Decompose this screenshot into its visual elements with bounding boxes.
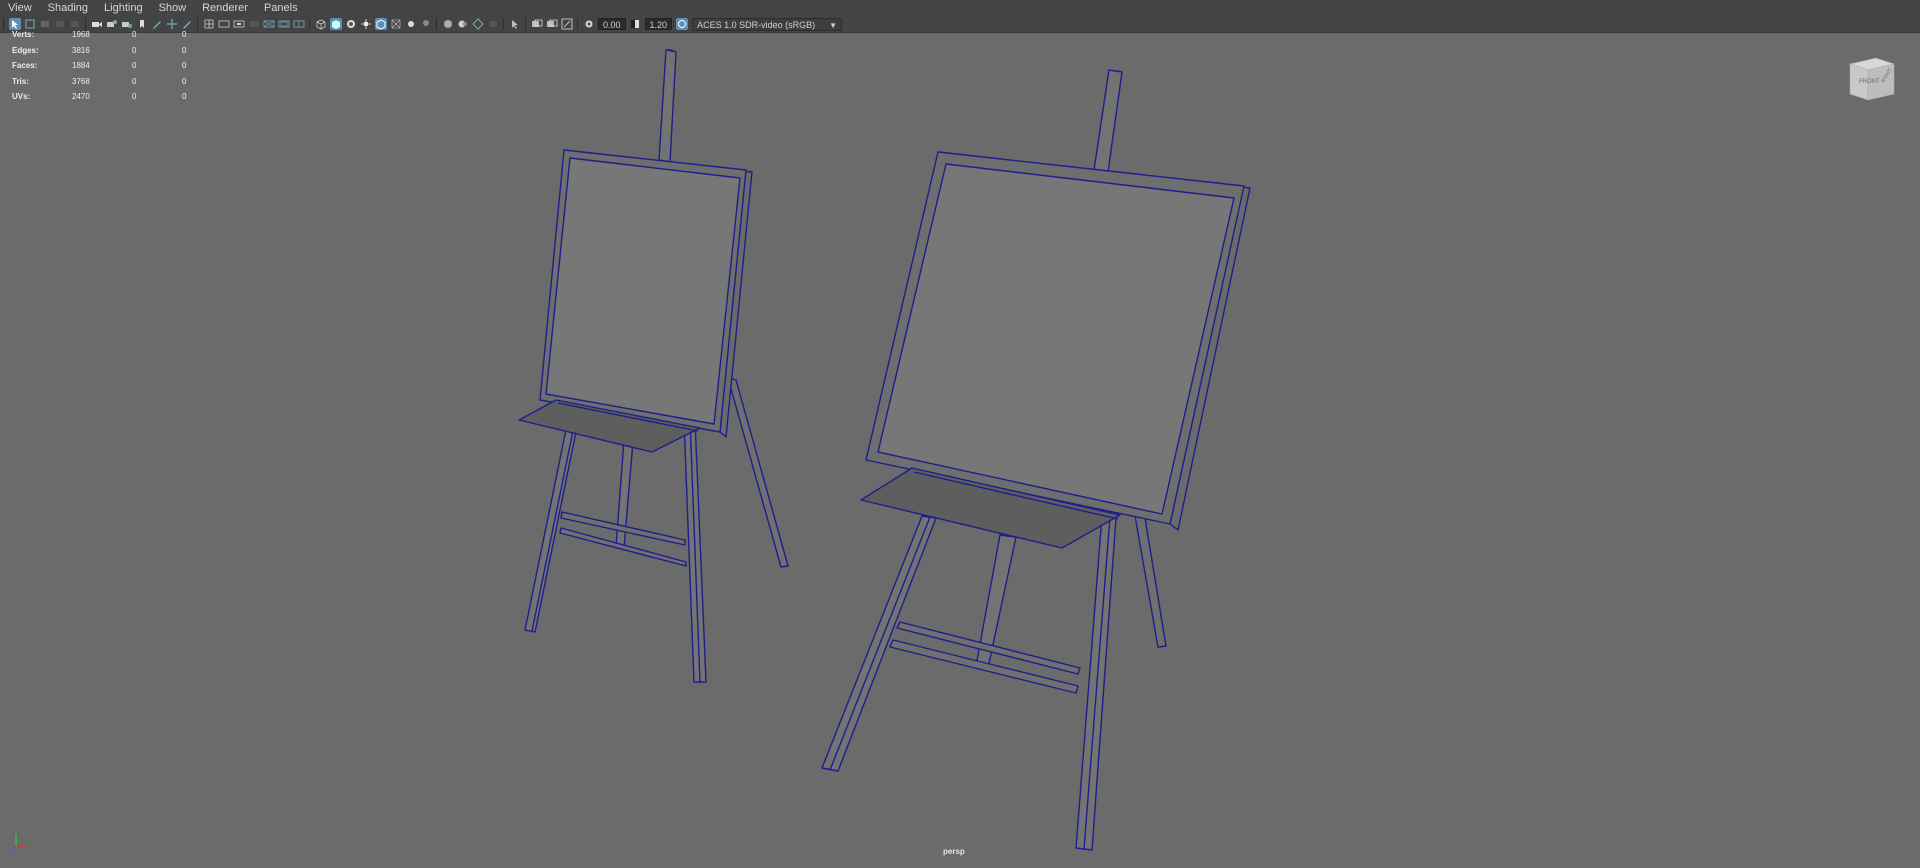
grid-icon[interactable] bbox=[203, 18, 215, 30]
two-d-pan-icon[interactable] bbox=[69, 18, 81, 30]
shadows-icon[interactable] bbox=[405, 18, 417, 30]
camera-lock-icon[interactable] bbox=[106, 18, 118, 30]
select-camera-icon[interactable] bbox=[8, 18, 21, 30]
toolbar-divider bbox=[525, 18, 526, 30]
menu-view[interactable]: View bbox=[0, 0, 40, 16]
resolution-gate-icon[interactable] bbox=[233, 18, 245, 30]
camera-icon[interactable] bbox=[91, 18, 103, 30]
xray-joints-icon[interactable] bbox=[531, 18, 543, 30]
image-plane-icon[interactable] bbox=[54, 18, 66, 30]
menu-lighting[interactable]: Lighting bbox=[96, 0, 151, 16]
toolbar-divider bbox=[436, 18, 437, 30]
field-chart-icon[interactable] bbox=[263, 18, 275, 30]
camera-name-label: persp bbox=[943, 847, 965, 856]
menu-renderer[interactable]: Renderer bbox=[194, 0, 256, 16]
bookmark-icon[interactable] bbox=[136, 18, 148, 30]
view-transform-value: ACES 1.0 SDR-video (sRGB) bbox=[697, 19, 816, 30]
safe-title-icon[interactable] bbox=[293, 18, 305, 30]
toolbar-divider bbox=[197, 18, 198, 30]
camera-tumble-icon[interactable] bbox=[121, 18, 133, 30]
menu-shading[interactable]: Shading bbox=[40, 0, 96, 16]
gate-mask-icon[interactable] bbox=[248, 18, 260, 30]
smooth-shade-icon[interactable] bbox=[329, 18, 342, 30]
depth-of-field-icon[interactable] bbox=[487, 18, 499, 30]
toolbar-divider bbox=[3, 18, 4, 30]
easel-left[interactable] bbox=[518, 49, 789, 683]
use-all-lights-icon[interactable] bbox=[360, 18, 372, 30]
textured-icon[interactable] bbox=[345, 18, 357, 30]
bookmark-icon[interactable] bbox=[39, 18, 51, 30]
viewport-scene bbox=[518, 49, 1251, 851]
motion-blur-icon[interactable] bbox=[457, 18, 469, 30]
exposure-field[interactable]: 0.00 bbox=[598, 18, 626, 30]
grease-pencil-icon[interactable] bbox=[151, 18, 163, 30]
view-transform-dropdown[interactable]: ACES 1.0 SDR-video (sRGB) ▼ bbox=[692, 17, 843, 31]
wireframe-on-shaded-icon[interactable] bbox=[374, 18, 387, 30]
toolbar-divider bbox=[577, 18, 578, 30]
exposure-icon[interactable] bbox=[583, 18, 595, 30]
wireframe-icon[interactable] bbox=[315, 18, 327, 30]
perspective-viewport[interactable] bbox=[0, 33, 1920, 863]
toolbar-divider bbox=[503, 18, 504, 30]
chevron-down-icon: ▼ bbox=[829, 20, 838, 30]
camera-attributes-icon[interactable] bbox=[24, 18, 36, 30]
menu-show[interactable]: Show bbox=[151, 0, 195, 16]
toolbar-divider bbox=[85, 18, 86, 30]
viewcube-front-label: FRONT bbox=[1859, 79, 1880, 85]
axis-gizmo bbox=[8, 828, 34, 854]
hud-icon[interactable] bbox=[561, 18, 573, 30]
gamma-icon[interactable] bbox=[629, 18, 641, 30]
safe-action-icon[interactable] bbox=[278, 18, 290, 30]
color-management-icon[interactable] bbox=[675, 18, 688, 30]
panel-menu-bar: View Shading Lighting Show Renderer Pane… bbox=[0, 0, 1920, 16]
panel-toolbar: 0.00 1.20 ACES 1.0 SDR-video (sRGB) ▼ bbox=[0, 16, 1920, 33]
ambient-occlusion-icon[interactable] bbox=[442, 18, 454, 30]
pencil-icon[interactable] bbox=[181, 18, 193, 30]
xray-icon[interactable] bbox=[390, 18, 402, 30]
menu-panels[interactable]: Panels bbox=[256, 0, 306, 16]
isolate-select-icon[interactable] bbox=[509, 18, 521, 30]
xray-active-components-icon[interactable] bbox=[546, 18, 558, 30]
film-gate-icon[interactable] bbox=[218, 18, 230, 30]
view-cube[interactable]: FRONT RIGHT bbox=[1846, 52, 1898, 104]
anti-aliasing-icon[interactable] bbox=[471, 18, 484, 30]
toolbar-divider bbox=[309, 18, 310, 30]
light-icon[interactable] bbox=[420, 18, 432, 30]
gamma-field[interactable]: 1.20 bbox=[644, 18, 673, 30]
two-d-pan-zoom-icon[interactable] bbox=[166, 18, 178, 30]
easel-right[interactable] bbox=[821, 69, 1251, 851]
